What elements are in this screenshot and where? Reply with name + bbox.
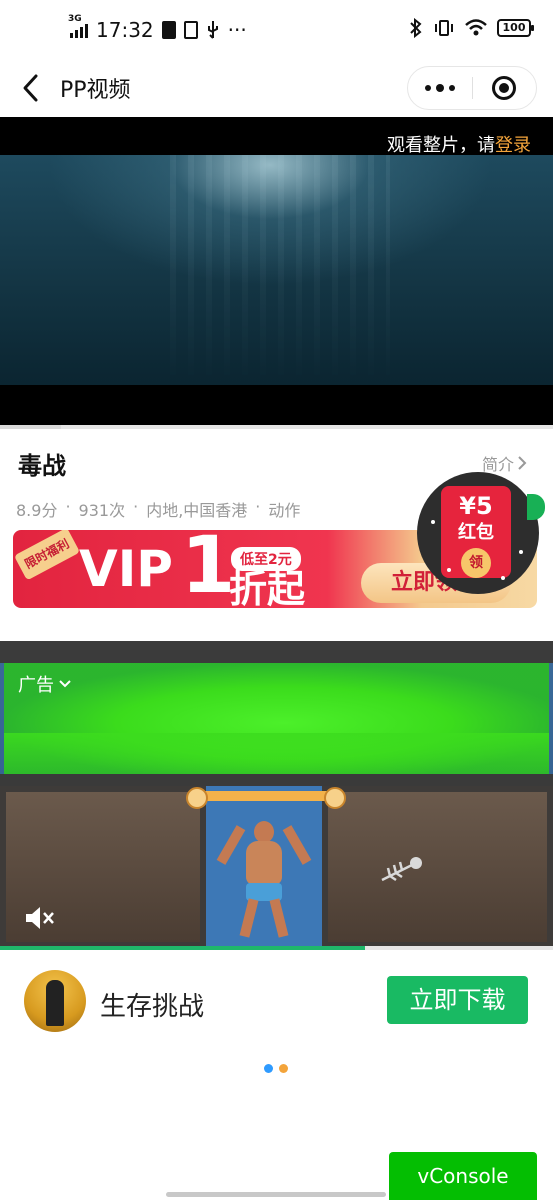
- movie-genre: 动作: [268, 501, 301, 520]
- battery-icon: 100: [497, 19, 534, 37]
- movie-plays: 931次: [78, 501, 126, 520]
- video-player[interactable]: 观看整片，请登录: [0, 117, 553, 425]
- red-packet-claim: 领: [461, 548, 491, 578]
- vip-text: VIP: [79, 540, 173, 598]
- sparkle-icon: [519, 550, 523, 554]
- sparkle-icon: [431, 520, 435, 524]
- movie-region: 内地,中国香港: [146, 501, 248, 520]
- home-indicator[interactable]: [166, 1192, 386, 1197]
- app-avatar-figure: [46, 980, 64, 1026]
- sparkle-icon: [447, 568, 451, 572]
- login-tip: 观看整片，请登录: [387, 131, 531, 157]
- ad-app-row: 生存挑战 立即下载: [0, 950, 553, 1050]
- status-bar: 3G 17:32 ··· 100: [0, 0, 553, 60]
- vip-number: 1: [181, 530, 236, 608]
- ad-green-gas: [4, 663, 549, 781]
- limited-offer-ribbon: 限时福利: [13, 530, 81, 581]
- ad-pin: [186, 787, 346, 809]
- intro-button[interactable]: 简介: [482, 451, 528, 475]
- movie-meta: 8.9分 · 931次 · 内地,中国香港 · 动作: [16, 497, 300, 521]
- meta-separator: ·: [133, 497, 139, 516]
- video-letterbox: [0, 385, 553, 425]
- wifi-icon: [465, 19, 487, 36]
- red-packet-icon: ¥5 红包 领: [441, 486, 511, 578]
- more-status-text: ···: [227, 18, 247, 42]
- chevron-down-icon: [59, 680, 71, 688]
- more-menu-button[interactable]: [408, 66, 472, 110]
- nav-bar: PP视频: [0, 60, 553, 116]
- intro-label: 简介: [482, 455, 515, 474]
- red-packet-label: 红包: [458, 522, 494, 543]
- fish-bone-icon: [381, 857, 422, 882]
- login-link[interactable]: 登录: [495, 135, 531, 156]
- meta-separator: ·: [255, 497, 261, 516]
- ad-video[interactable]: 广告: [0, 641, 553, 948]
- ad-beam: [0, 774, 553, 786]
- bluetooth-icon: [410, 18, 422, 38]
- target-icon: [492, 76, 517, 100]
- meta-separator: ·: [65, 497, 71, 516]
- vconsole-button[interactable]: vConsole: [389, 1152, 537, 1200]
- signal-icon: 3G: [68, 14, 88, 38]
- more-dot-icon: [436, 84, 444, 92]
- status-left: 3G 17:32 ···: [68, 14, 247, 42]
- app-avatar[interactable]: [24, 970, 86, 1032]
- usb-icon: [207, 21, 218, 39]
- movie-score: 8.9分: [16, 501, 58, 520]
- notification-icon: [161, 21, 176, 39]
- video-progress-fill: [0, 425, 61, 429]
- back-icon[interactable]: [16, 70, 46, 106]
- light-rays: [170, 155, 390, 395]
- miniprogram-capsule: [407, 66, 537, 110]
- video-progress-bar[interactable]: [0, 425, 553, 429]
- vibrate-icon: [435, 20, 453, 36]
- status-time: 17:32: [96, 18, 154, 42]
- login-tip-text: 观看整片，请: [387, 135, 495, 156]
- more-dot-icon: [425, 85, 431, 91]
- vip-discount-text: 折起: [229, 567, 306, 608]
- app-name: 生存挑战: [100, 992, 205, 1022]
- carousel-dot: [264, 1064, 273, 1073]
- carousel-dot: [279, 1064, 288, 1073]
- chevron-right-icon: [518, 456, 527, 470]
- ad-label-text: 广告: [18, 675, 54, 696]
- ad-label[interactable]: 广告: [18, 671, 72, 697]
- red-packet-edge: [527, 494, 545, 520]
- red-packet-widget[interactable]: ¥5 红包 领: [417, 472, 545, 594]
- carousel-indicator: [264, 1064, 288, 1073]
- more-dot-icon: [449, 85, 455, 91]
- page-title: PP视频: [60, 78, 131, 103]
- mute-icon[interactable]: [22, 903, 56, 933]
- download-button[interactable]: 立即下载: [387, 976, 528, 1024]
- close-miniprogram-button[interactable]: [473, 66, 536, 110]
- status-right: 100: [409, 18, 534, 38]
- ad-beam: [0, 641, 553, 663]
- network-type: 3G: [68, 14, 82, 24]
- sim-icon: [183, 21, 198, 39]
- ad-room: [322, 786, 553, 948]
- sparkle-icon: [501, 576, 505, 580]
- red-packet-amount: ¥5: [459, 492, 493, 520]
- ad-character: [216, 821, 312, 938]
- movie-title: 毒战: [18, 452, 66, 480]
